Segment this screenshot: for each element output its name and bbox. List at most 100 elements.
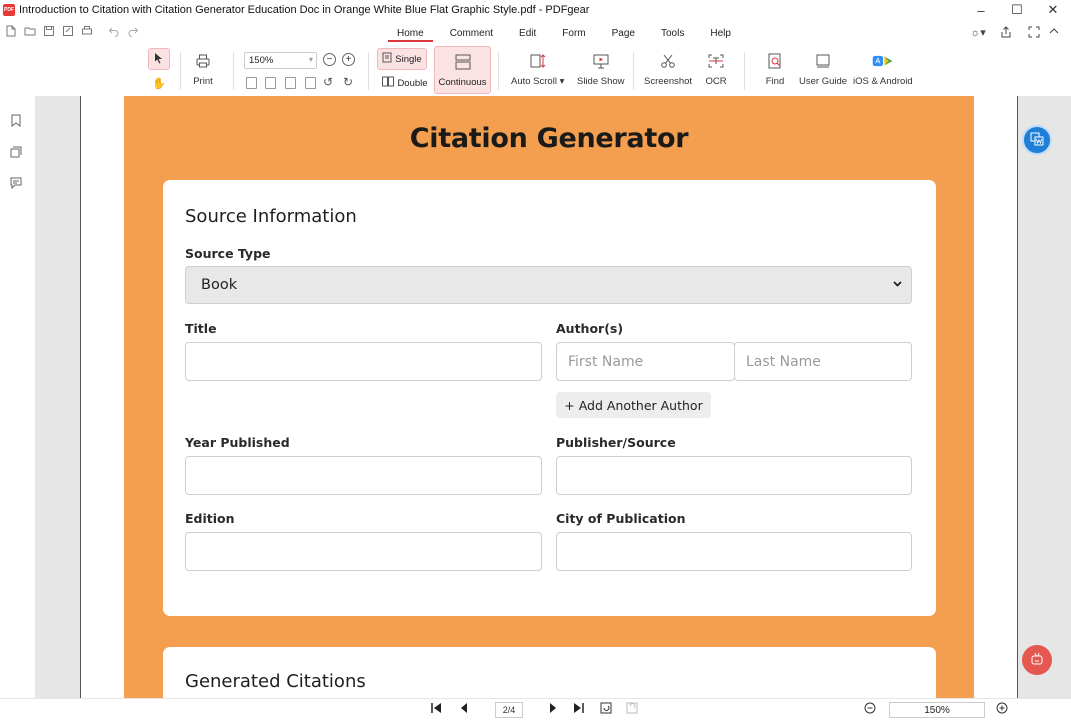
source-type-select[interactable]: Book (185, 266, 912, 304)
first-page-icon[interactable] (430, 702, 442, 717)
rotate-left-icon[interactable]: ↺ (323, 75, 333, 89)
last-name-placeholder: Last Name (746, 353, 821, 370)
toolbar-separator (744, 52, 745, 90)
tab-comment[interactable]: Comment (441, 22, 502, 44)
status-zoom-value[interactable]: 150% (889, 702, 985, 718)
generated-citations-heading: Generated Citations (185, 671, 366, 692)
single-page-icon (382, 52, 392, 66)
single-page-button[interactable]: Single (377, 48, 427, 70)
zoom-in-button[interactable]: + (342, 53, 355, 66)
continuous-scroll-icon (452, 52, 474, 72)
title-input[interactable] (185, 342, 542, 381)
tab-form[interactable]: Form (553, 22, 594, 44)
close-button[interactable]: ✕ (1035, 0, 1071, 20)
zoom-dropdown[interactable]: 150% ▾ (244, 52, 317, 69)
next-page-icon[interactable] (548, 702, 558, 717)
cursor-arrow-icon (154, 52, 164, 67)
status-zoom-out-icon[interactable] (864, 702, 876, 717)
rotate-right-icon[interactable]: ↻ (343, 75, 353, 89)
save-icon[interactable] (42, 24, 55, 37)
title-right-tools: ☼▾ (970, 25, 1041, 39)
year-published-input[interactable] (185, 456, 542, 495)
tab-edit[interactable]: Edit (510, 22, 545, 44)
go-back-icon[interactable] (600, 702, 612, 717)
minimize-button[interactable]: – (963, 0, 999, 20)
page-number-input[interactable]: 2/4 (495, 702, 523, 718)
ocr-button[interactable]: OCR (705, 50, 727, 87)
double-page-icon (382, 76, 395, 90)
menu-row: Home Comment Edit Form Page Tools Help ☼… (0, 22, 1071, 44)
ai-assistant-button[interactable] (1022, 645, 1052, 675)
open-folder-icon[interactable] (23, 24, 36, 37)
city-input[interactable] (556, 532, 912, 571)
robot-icon (1029, 651, 1045, 670)
app-store-icon (872, 50, 894, 72)
pdfgear-logo-icon: PDF (3, 4, 15, 16)
thumbnails-icon[interactable] (9, 145, 23, 159)
ios-android-label: iOS & Android (853, 76, 913, 87)
slide-show-icon (590, 50, 612, 72)
last-page-icon[interactable] (573, 702, 585, 717)
fullscreen-icon[interactable] (1027, 25, 1041, 39)
tab-tools[interactable]: Tools (652, 22, 693, 44)
fit-visible-icon[interactable] (305, 77, 316, 89)
tab-help[interactable]: Help (701, 22, 740, 44)
title-label: Title (185, 321, 217, 336)
toolbar-separator (233, 52, 234, 90)
continuous-button[interactable]: Continuous (434, 46, 491, 94)
window-title: Introduction to Citation with Citation G… (19, 4, 590, 16)
save-as-icon[interactable] (61, 24, 74, 37)
zoom-out-button[interactable]: − (323, 53, 336, 66)
find-button[interactable]: Find (764, 50, 786, 87)
window-controls: – ☐ ✕ (963, 0, 1071, 20)
bookmark-icon[interactable] (9, 113, 23, 127)
auto-scroll-icon (527, 50, 549, 72)
maximize-button[interactable]: ☐ (999, 0, 1035, 20)
ribbon-toolbar: ✋ Print 150% ▾ − + ↺ ↻ Single Double Con… (0, 44, 1071, 96)
user-guide-button[interactable]: User Guide (799, 50, 847, 87)
print-quick-icon[interactable] (80, 24, 93, 37)
add-author-button[interactable]: + Add Another Author (556, 392, 711, 418)
first-name-input[interactable]: First Name (556, 342, 735, 381)
authors-label: Author(s) (556, 321, 624, 336)
undo-icon[interactable] (107, 24, 120, 37)
collapse-ribbon-icon[interactable] (1049, 26, 1059, 39)
document-viewer[interactable]: Citation Generator Source Information So… (36, 96, 1071, 698)
hand-icon: ✋ (152, 77, 166, 90)
printer-icon (192, 50, 214, 72)
go-forward-icon[interactable] (626, 702, 638, 717)
auto-scroll-button[interactable]: Auto Scroll ▾ (511, 50, 564, 87)
last-name-input[interactable]: Last Name (734, 342, 912, 381)
redo-icon[interactable] (126, 24, 139, 37)
pdf-page: Citation Generator Source Information So… (80, 96, 1018, 698)
comments-icon[interactable] (9, 176, 23, 190)
print-button[interactable]: Print (192, 50, 214, 87)
hand-tool-button[interactable]: ✋ (148, 74, 170, 92)
document-title: Citation Generator (409, 123, 689, 154)
share-icon[interactable] (999, 25, 1013, 39)
toolbar-separator (180, 52, 181, 90)
theme-icon[interactable]: ☼▾ (970, 25, 986, 39)
status-zoom-in-icon[interactable] (996, 702, 1008, 717)
user-guide-label: User Guide (799, 76, 848, 87)
ocr-label: OCR (705, 76, 727, 87)
continuous-label: Continuous (438, 77, 487, 88)
double-page-button[interactable]: Double (377, 74, 433, 92)
fit-width-icon[interactable] (265, 77, 276, 89)
slide-show-button[interactable]: Slide Show (577, 50, 625, 87)
select-tool-button[interactable] (148, 48, 170, 70)
chevron-down-icon: ▾ (308, 55, 313, 64)
edition-input[interactable] (185, 532, 542, 571)
convert-to-word-button[interactable] (1022, 125, 1052, 155)
new-file-icon[interactable] (4, 24, 17, 37)
ios-android-button[interactable]: iOS & Android (853, 50, 913, 87)
fit-page-icon[interactable] (246, 77, 257, 89)
tab-page[interactable]: Page (603, 22, 644, 44)
actual-size-icon[interactable] (285, 77, 296, 89)
ribbon-tabs: Home Comment Edit Form Page Tools Help (388, 22, 748, 44)
status-bar: 2/4 150% (0, 698, 1071, 720)
tab-home[interactable]: Home (388, 22, 433, 44)
previous-page-icon[interactable] (459, 702, 469, 717)
screenshot-button[interactable]: Screenshot (644, 50, 692, 87)
publisher-input[interactable] (556, 456, 912, 495)
